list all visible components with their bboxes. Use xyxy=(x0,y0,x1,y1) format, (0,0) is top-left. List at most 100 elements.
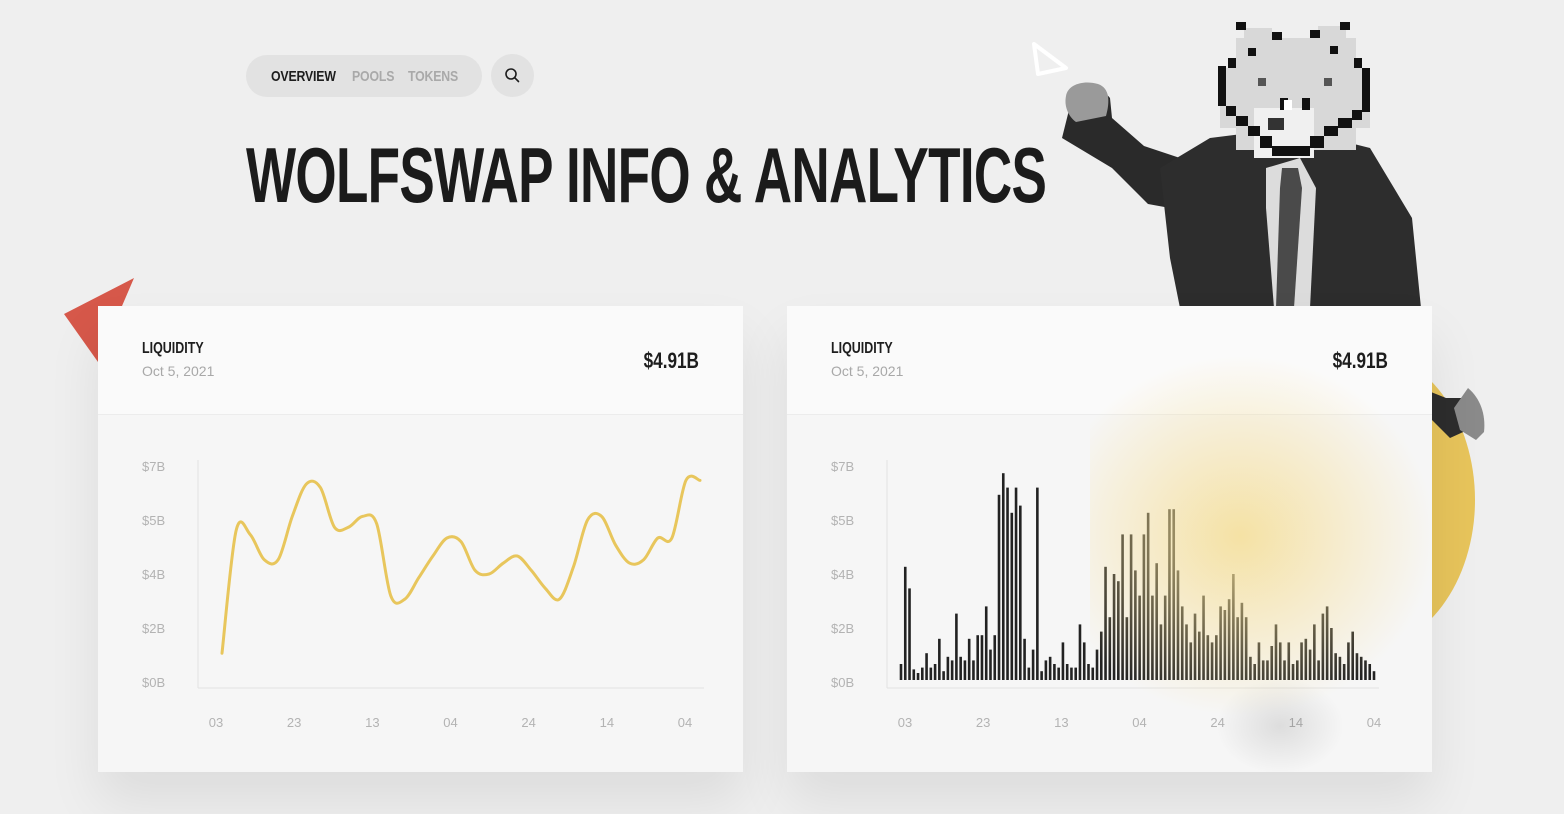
bar xyxy=(1232,574,1235,680)
bar xyxy=(1023,638,1026,680)
bar xyxy=(1334,653,1337,680)
bar xyxy=(1117,581,1120,680)
bar xyxy=(1287,642,1291,680)
bar xyxy=(959,656,962,680)
card-date: Oct 5, 2021 xyxy=(831,363,904,379)
bar xyxy=(1121,534,1124,680)
bar xyxy=(950,660,954,680)
bar xyxy=(1070,667,1073,680)
bar xyxy=(1134,570,1137,680)
bar xyxy=(1325,606,1329,680)
x-tick-label: 23 xyxy=(976,715,990,730)
bar xyxy=(1151,595,1154,680)
y-tick-label: $4B xyxy=(142,567,165,582)
bar xyxy=(1359,656,1363,680)
bar xyxy=(1087,664,1090,680)
bar xyxy=(1330,628,1333,680)
search-button[interactable] xyxy=(491,54,534,97)
bar xyxy=(1036,487,1039,680)
bar xyxy=(1261,660,1265,680)
card-date: Oct 5, 2021 xyxy=(142,363,215,379)
bar xyxy=(1155,563,1158,680)
nav-pools[interactable]: POOLS xyxy=(352,68,394,85)
line-series xyxy=(220,474,702,655)
search-icon xyxy=(505,68,520,83)
bar xyxy=(1078,624,1082,680)
bar xyxy=(1189,642,1193,680)
bar xyxy=(1031,649,1035,680)
x-tick-label: 14 xyxy=(600,715,614,730)
bar xyxy=(1014,487,1018,680)
bar xyxy=(1338,656,1342,680)
bar xyxy=(1099,631,1103,680)
bar xyxy=(1053,664,1056,680)
bar xyxy=(1283,660,1286,680)
x-tick-label: 03 xyxy=(898,715,912,730)
liquidity-bar-card: LIQUIDITY Oct 5, 2021 $4.91B $7B $5B $4B $2… xyxy=(787,306,1432,772)
bar xyxy=(903,566,907,680)
bar xyxy=(1006,487,1009,680)
x-tick-label: 23 xyxy=(287,715,301,730)
bar xyxy=(993,635,997,680)
x-tick-label: 14 xyxy=(1289,715,1303,730)
bar xyxy=(1057,667,1060,680)
bar xyxy=(989,649,992,680)
card-value: $4.91B xyxy=(643,348,699,373)
nav-tokens[interactable]: TOKENS xyxy=(408,68,458,85)
liquidity-line-chart: $7B $5B $4B $2B $0B 03 23 13 04 24 14 04 xyxy=(142,459,704,730)
bar xyxy=(955,613,958,680)
bar xyxy=(1193,613,1197,680)
bar xyxy=(1138,595,1141,680)
bar xyxy=(916,673,920,680)
bar xyxy=(1372,671,1376,680)
bar xyxy=(1313,624,1316,680)
bar xyxy=(984,606,988,680)
bar xyxy=(1266,660,1269,680)
bar xyxy=(1223,610,1227,680)
bar xyxy=(1291,664,1295,680)
bar xyxy=(1112,574,1116,680)
bar xyxy=(1274,624,1278,680)
bar xyxy=(1082,642,1086,680)
bar xyxy=(1364,660,1367,680)
bar xyxy=(1027,667,1031,680)
x-tick-label: 03 xyxy=(209,715,223,730)
x-tick-label: 13 xyxy=(1054,715,1068,730)
bar xyxy=(912,669,916,680)
bar xyxy=(997,494,1001,680)
bar xyxy=(1142,534,1146,680)
bar xyxy=(1253,664,1256,680)
nav-overview[interactable]: OVERVIEW xyxy=(271,68,336,85)
bar xyxy=(1104,566,1107,680)
page-title: WOLFSWAP INFO & ANALYTICS xyxy=(246,131,1047,219)
bar xyxy=(1001,473,1005,680)
bar xyxy=(1317,660,1320,680)
liquidity-bar-chart: $7B $5B $4B $2B $0B 03 23 13 04 24 14 04 xyxy=(831,459,1381,730)
bar xyxy=(1227,599,1231,680)
bar xyxy=(1125,617,1129,680)
bar xyxy=(929,667,933,680)
bar xyxy=(946,656,950,680)
bar xyxy=(925,653,928,680)
y-tick-label: $7B xyxy=(831,459,854,474)
y-tick-label: $0B xyxy=(142,675,165,690)
bar xyxy=(1091,667,1095,680)
bar xyxy=(1215,635,1218,680)
x-tick-label: 04 xyxy=(443,715,457,730)
bar xyxy=(1210,642,1214,680)
y-tick-label: $5B xyxy=(831,513,854,528)
bar xyxy=(1347,642,1350,680)
bar xyxy=(1180,606,1184,680)
bar xyxy=(921,667,924,680)
bar xyxy=(1202,595,1205,680)
card-title: LIQUIDITY xyxy=(142,340,204,357)
bar xyxy=(1040,671,1043,680)
y-tick-label: $4B xyxy=(831,567,854,582)
x-tick-label: 24 xyxy=(521,715,535,730)
bar xyxy=(1342,664,1346,680)
bar xyxy=(1048,656,1052,680)
bar xyxy=(1019,505,1022,680)
bar xyxy=(1351,631,1354,680)
y-tick-label: $0B xyxy=(831,675,854,690)
bar xyxy=(1278,642,1282,680)
